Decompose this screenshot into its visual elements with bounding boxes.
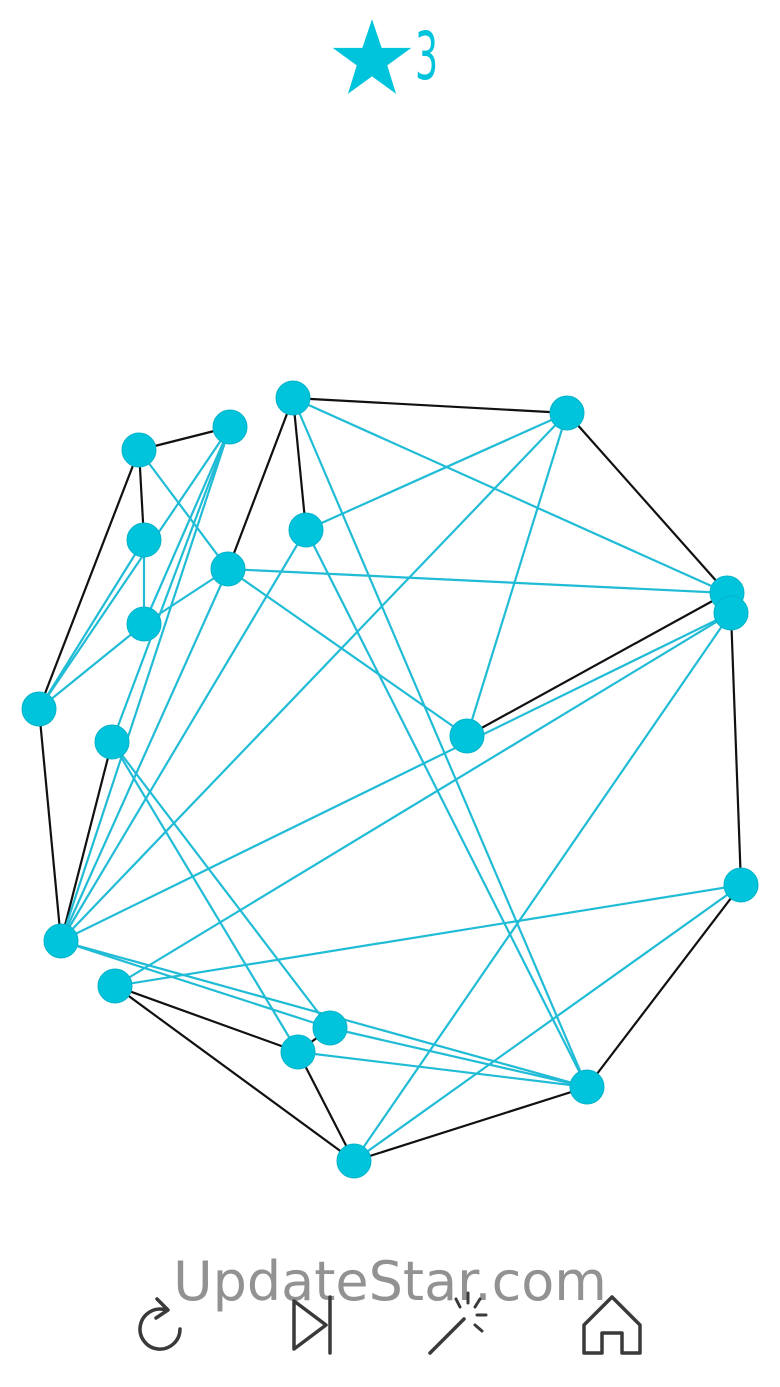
edge bbox=[466, 592, 728, 737]
edge bbox=[729, 612, 743, 886]
graph-node[interactable] bbox=[97, 968, 133, 1004]
edge bbox=[305, 529, 588, 1088]
edge bbox=[329, 1026, 588, 1089]
edge bbox=[38, 426, 231, 710]
hint-button[interactable] bbox=[420, 1285, 500, 1365]
star-count: 3 bbox=[415, 18, 439, 95]
edge bbox=[227, 568, 468, 737]
edge bbox=[586, 884, 742, 1088]
edge bbox=[465, 412, 569, 737]
graph-node[interactable] bbox=[43, 923, 79, 959]
graph-node[interactable] bbox=[723, 867, 759, 903]
bottom-toolbar bbox=[0, 1285, 780, 1365]
star-counter: 3 bbox=[331, 16, 449, 98]
graph-node[interactable] bbox=[212, 409, 248, 445]
graph-node[interactable] bbox=[94, 724, 130, 760]
edge bbox=[297, 1051, 355, 1162]
graph-node[interactable] bbox=[21, 691, 57, 727]
restart-button[interactable] bbox=[122, 1285, 202, 1365]
home-icon bbox=[582, 1295, 642, 1355]
graph-node[interactable] bbox=[126, 522, 162, 558]
graph-node[interactable] bbox=[121, 432, 157, 468]
edge bbox=[114, 984, 299, 1054]
edge bbox=[59, 741, 114, 942]
skip-icon bbox=[292, 1295, 332, 1355]
level-header: 3 bbox=[0, 12, 780, 102]
game-screen: 3 UpdateStar.com bbox=[0, 0, 780, 1387]
edge bbox=[291, 397, 589, 1088]
graph-node[interactable] bbox=[549, 395, 585, 431]
edge bbox=[305, 411, 568, 532]
magic-wand-icon bbox=[428, 1291, 488, 1355]
graph-node[interactable] bbox=[569, 1069, 605, 1105]
edge bbox=[297, 1050, 588, 1089]
edge bbox=[60, 612, 732, 942]
graph-node[interactable] bbox=[288, 512, 324, 548]
edge bbox=[353, 1085, 588, 1163]
graph-node[interactable] bbox=[280, 1034, 316, 1070]
edge bbox=[114, 883, 742, 988]
edge bbox=[37, 708, 63, 942]
graph-node[interactable] bbox=[713, 595, 749, 631]
edge bbox=[292, 396, 728, 595]
graph-node[interactable] bbox=[312, 1010, 348, 1046]
graph-node[interactable] bbox=[275, 380, 311, 416]
graph-node[interactable] bbox=[126, 606, 162, 642]
skip-level-button[interactable] bbox=[272, 1285, 352, 1365]
edge bbox=[227, 567, 728, 595]
home-button[interactable] bbox=[572, 1285, 652, 1365]
edge bbox=[292, 396, 568, 415]
edge bbox=[114, 612, 732, 987]
edge bbox=[566, 412, 728, 594]
puzzle-board[interactable] bbox=[0, 0, 780, 1387]
restart-icon bbox=[138, 1297, 182, 1351]
star-icon bbox=[332, 19, 412, 94]
edge bbox=[353, 884, 742, 1162]
graph-node[interactable] bbox=[336, 1143, 372, 1179]
graph-node[interactable] bbox=[210, 551, 246, 587]
graph-node[interactable] bbox=[449, 718, 485, 754]
edge bbox=[37, 449, 141, 710]
edge bbox=[291, 397, 308, 531]
